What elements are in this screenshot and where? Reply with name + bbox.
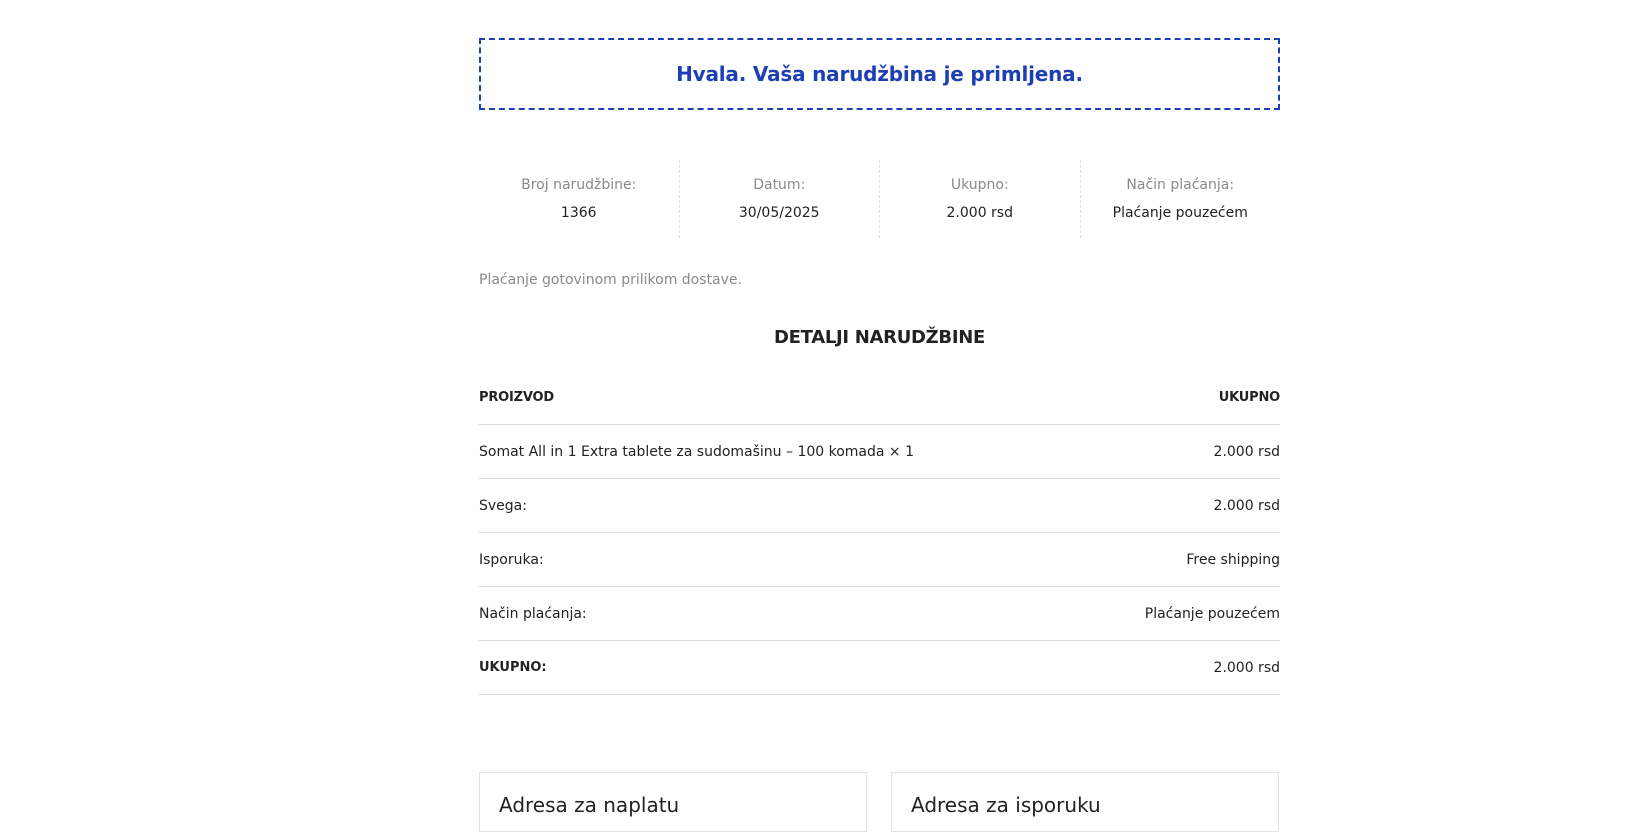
overview-total: Ukupno: 2.000 rsd [880, 160, 1081, 238]
table-row-payment-method: Način plaćanja: Plaćanje pouzećem [479, 587, 1280, 641]
addresses-section: Adresa za naplatu Adresa za isporuku [479, 772, 1280, 832]
order-details-table: PROIZVOD UKUPNO Somat All in 1 Extra tab… [479, 371, 1280, 695]
row-value: 2.000 rsd [1213, 497, 1280, 514]
header-total: UKUPNO [1218, 390, 1280, 405]
overview-payment-method: Način plaćanja: Plaćanje pouzećem [1081, 160, 1281, 238]
row-value: Plaćanje pouzećem [1144, 605, 1280, 622]
product-name-link[interactable]: Somat All in 1 Extra tablete za sudomaši… [479, 444, 914, 460]
table-row-shipping: Isporuka: Free shipping [479, 533, 1280, 587]
order-overview: Broj narudžbine: 1366 Datum: 30/05/2025 … [479, 160, 1280, 238]
thank-you-notice: Hvala. Vaša narudžbina je primljena. [479, 38, 1280, 110]
payment-note: Plaćanje gotovinom prilikom dostave. [479, 272, 742, 288]
billing-address-box: Adresa za naplatu [479, 772, 867, 832]
shipping-address-title: Adresa za isporuku [911, 793, 1101, 817]
row-label: Način plaćanja: [479, 605, 587, 622]
overview-label: Način plaćanja: [1126, 177, 1235, 193]
overview-label: Ukupno: [950, 177, 1009, 193]
row-label: UKUPNO: [479, 660, 547, 675]
overview-value: 2.000 rsd [946, 205, 1013, 221]
header-product: PROIZVOD [479, 390, 554, 405]
overview-value: 30/05/2025 [738, 205, 820, 221]
overview-label: Broj narudžbine: [521, 177, 637, 193]
overview-date: Datum: 30/05/2025 [680, 160, 880, 238]
row-label: Isporuka: [479, 551, 544, 568]
shipping-address-box: Adresa za isporuku [891, 772, 1279, 832]
overview-value: Plaćanje pouzećem [1112, 205, 1248, 221]
table-row-product: Somat All in 1 Extra tablete za sudomaši… [479, 425, 1280, 479]
table-row-subtotal: Svega: 2.000 rsd [479, 479, 1280, 533]
thank-you-text: Hvala. Vaša narudžbina je primljena. [676, 62, 1083, 86]
row-value: 2.000 rsd [1213, 443, 1280, 460]
table-header: PROIZVOD UKUPNO [479, 371, 1280, 425]
order-details-title: DETALJI NARUDŽBINE [773, 327, 986, 348]
row-value: 2.000 rsd [1213, 659, 1280, 676]
table-row-total: UKUPNO: 2.000 rsd [479, 641, 1280, 695]
overview-order-number: Broj narudžbine: 1366 [479, 160, 680, 238]
overview-value: 1366 [560, 205, 597, 221]
row-value: Free shipping [1186, 551, 1280, 568]
billing-address-title: Adresa za naplatu [499, 793, 680, 817]
overview-label: Datum: [753, 177, 806, 193]
row-label: Svega: [479, 497, 527, 514]
